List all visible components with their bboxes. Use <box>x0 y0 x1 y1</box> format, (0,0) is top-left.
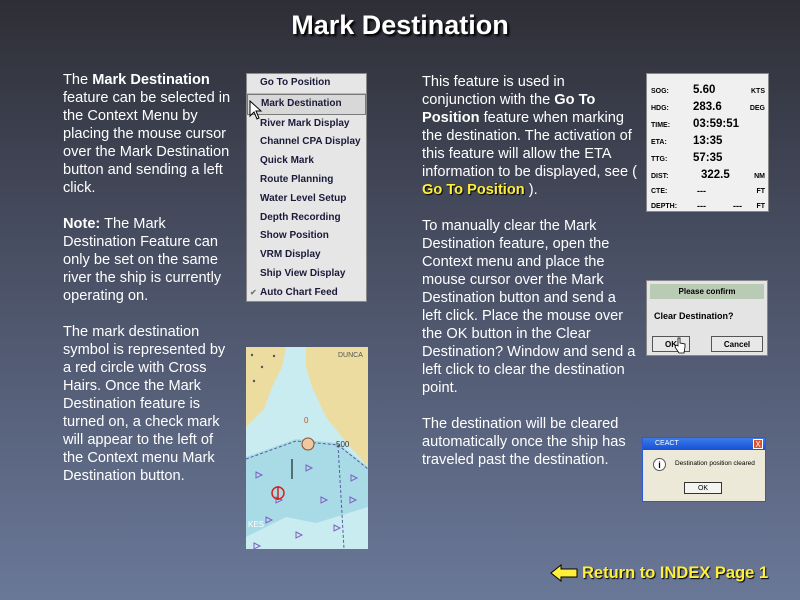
instr-value: 5.60 <box>693 84 716 96</box>
menu-item-water-level-setup[interactable]: Water Level Setup <box>247 190 366 209</box>
instr-value: 13:35 <box>693 135 723 147</box>
menu-item-river-mark-display[interactable]: River Mark Display <box>247 115 366 134</box>
instrument-panel: SOG: 5.60 KTS HDG: 283.6 DEG TIME: 03:59:51 E… <box>646 73 769 212</box>
left-paragraph-1: The Mark Destination feature can be sele… <box>63 71 231 197</box>
text-segment: ( <box>632 164 637 180</box>
instr-value: 57:35 <box>693 152 723 164</box>
chart-label-duncan: DUNCA <box>338 352 363 359</box>
menu-item-mark-destination[interactable]: Mark Destination <box>247 93 366 115</box>
hand-cursor-icon <box>674 337 686 354</box>
left-paragraph-2: Note: The Mark Destination Feature can o… <box>63 215 231 305</box>
sounding-dot <box>252 379 256 383</box>
instr-label: ETA: <box>651 139 667 146</box>
instr-unit: DEG <box>749 105 765 112</box>
instr-row-depth: DEPTH: --- --- FT <box>651 195 765 211</box>
alert-dialog-title: CEACT <box>655 440 679 447</box>
chart-depth-500: 500 <box>336 440 350 449</box>
text-segment: The <box>63 72 93 88</box>
text-segment: This feature is used in conjunction with… <box>422 74 565 108</box>
instr-label: SOG: <box>651 88 669 95</box>
page-title: Mark Destination <box>291 10 509 40</box>
menu-item-auto-chart-feed[interactable]: ✔ Auto Chart Feed <box>247 284 366 303</box>
return-to-index-link[interactable]: Return to INDEX Page 1 <box>550 562 768 584</box>
note-label: Note: <box>63 216 101 232</box>
menu-item-label: Auto Chart Feed <box>260 286 338 298</box>
instr-unit: FT <box>756 188 765 195</box>
instr-row-sog: SOG: 5.60 KTS <box>651 80 765 96</box>
chart-label-kes: KES <box>248 520 264 529</box>
navigation-chart: DUNCA 0 500 KES <box>246 347 368 549</box>
cancel-button[interactable]: Cancel <box>711 336 763 352</box>
instr-label: CTE: <box>651 188 668 195</box>
instr-unit: NM <box>754 173 765 180</box>
instr-label: DEPTH: <box>651 203 678 210</box>
go-to-position-link[interactable]: Go To Position <box>422 182 525 198</box>
sounding-dot <box>260 365 264 369</box>
check-mark-icon: ✔ <box>250 287 257 297</box>
instr-row-ttg: TTG: 57:35 <box>651 148 765 164</box>
sounding-dot <box>272 354 276 358</box>
instr-value: --- <box>733 201 742 211</box>
confirm-dialog: Please confirm Clear Destination? OK Can… <box>646 280 768 356</box>
menu-item-show-position[interactable]: Show Position <box>247 227 366 246</box>
menu-item-vrm-display[interactable]: VRM Display <box>247 246 366 265</box>
ship-icon <box>301 437 315 451</box>
arrow-left-icon <box>550 564 578 582</box>
right-paragraph-2: To manually clear the Mark Destination f… <box>422 218 636 396</box>
instr-row-cte: CTE: --- FT <box>651 180 765 196</box>
info-icon: i <box>653 458 666 471</box>
instr-label: DIST: <box>651 173 669 180</box>
confirm-dialog-title: Please confirm <box>650 284 764 299</box>
menu-item-quick-mark[interactable]: Quick Mark <box>247 152 366 171</box>
right-paragraph-1: This feature is used in conjunction with… <box>422 73 637 199</box>
alert-ok-button[interactable]: OK <box>684 482 722 494</box>
instr-row-hdg: HDG: 283.6 DEG <box>651 97 765 113</box>
context-menu: Go To Position Mark Destination River Ma… <box>246 73 367 302</box>
menu-item-go-to-position[interactable]: Go To Position <box>247 74 366 94</box>
right-paragraph-3: The destination will be cleared automati… <box>422 416 626 468</box>
sounding-dot <box>250 353 254 357</box>
instr-value: 283.6 <box>693 101 722 113</box>
text-segment: feature can be selected in the Context M… <box>63 90 231 196</box>
menu-item-route-planning[interactable]: Route Planning <box>247 171 366 190</box>
instr-label: HDG: <box>651 105 669 112</box>
instr-value: 03:59:51 <box>693 118 740 130</box>
instr-value: --- <box>697 201 706 211</box>
menu-item-ship-view-display[interactable]: Ship View Display <box>247 265 366 284</box>
instr-unit: FT <box>756 203 765 210</box>
chart-graphic: DUNCA 0 500 KES <box>246 347 368 549</box>
menu-item-depth-recording[interactable]: Depth Recording <box>247 209 366 228</box>
instr-row-time: TIME: 03:59:51 <box>651 114 765 130</box>
instr-unit: KTS <box>751 88 765 95</box>
return-link-label: Return to INDEX Page 1 <box>582 563 769 582</box>
instr-label: TIME: <box>651 122 671 129</box>
left-paragraph-3: The mark destination symbol is represent… <box>63 324 226 484</box>
bold-term: Mark Destination <box>92 72 210 88</box>
close-icon[interactable]: X <box>753 439 763 449</box>
mouse-cursor-icon <box>249 100 263 120</box>
chart-depth-0: 0 <box>304 416 309 425</box>
confirm-dialog-message: Clear Destination? <box>654 311 734 321</box>
left-description: The Mark Destination feature can be sele… <box>63 71 231 503</box>
instr-row-eta: ETA: 13:35 <box>651 131 765 147</box>
instr-label: TTG: <box>651 156 668 163</box>
right-description: This feature is used in conjunction with… <box>422 73 637 487</box>
alert-dialog-message: Destination position cleared <box>675 460 755 467</box>
menu-item-channel-cpa-display[interactable]: Channel CPA Display <box>247 133 366 152</box>
instr-row-dist: DIST: 322.5 NM <box>651 165 765 181</box>
alert-dialog-titlebar: CEACT <box>643 438 765 450</box>
text-segment: ). <box>524 182 538 198</box>
